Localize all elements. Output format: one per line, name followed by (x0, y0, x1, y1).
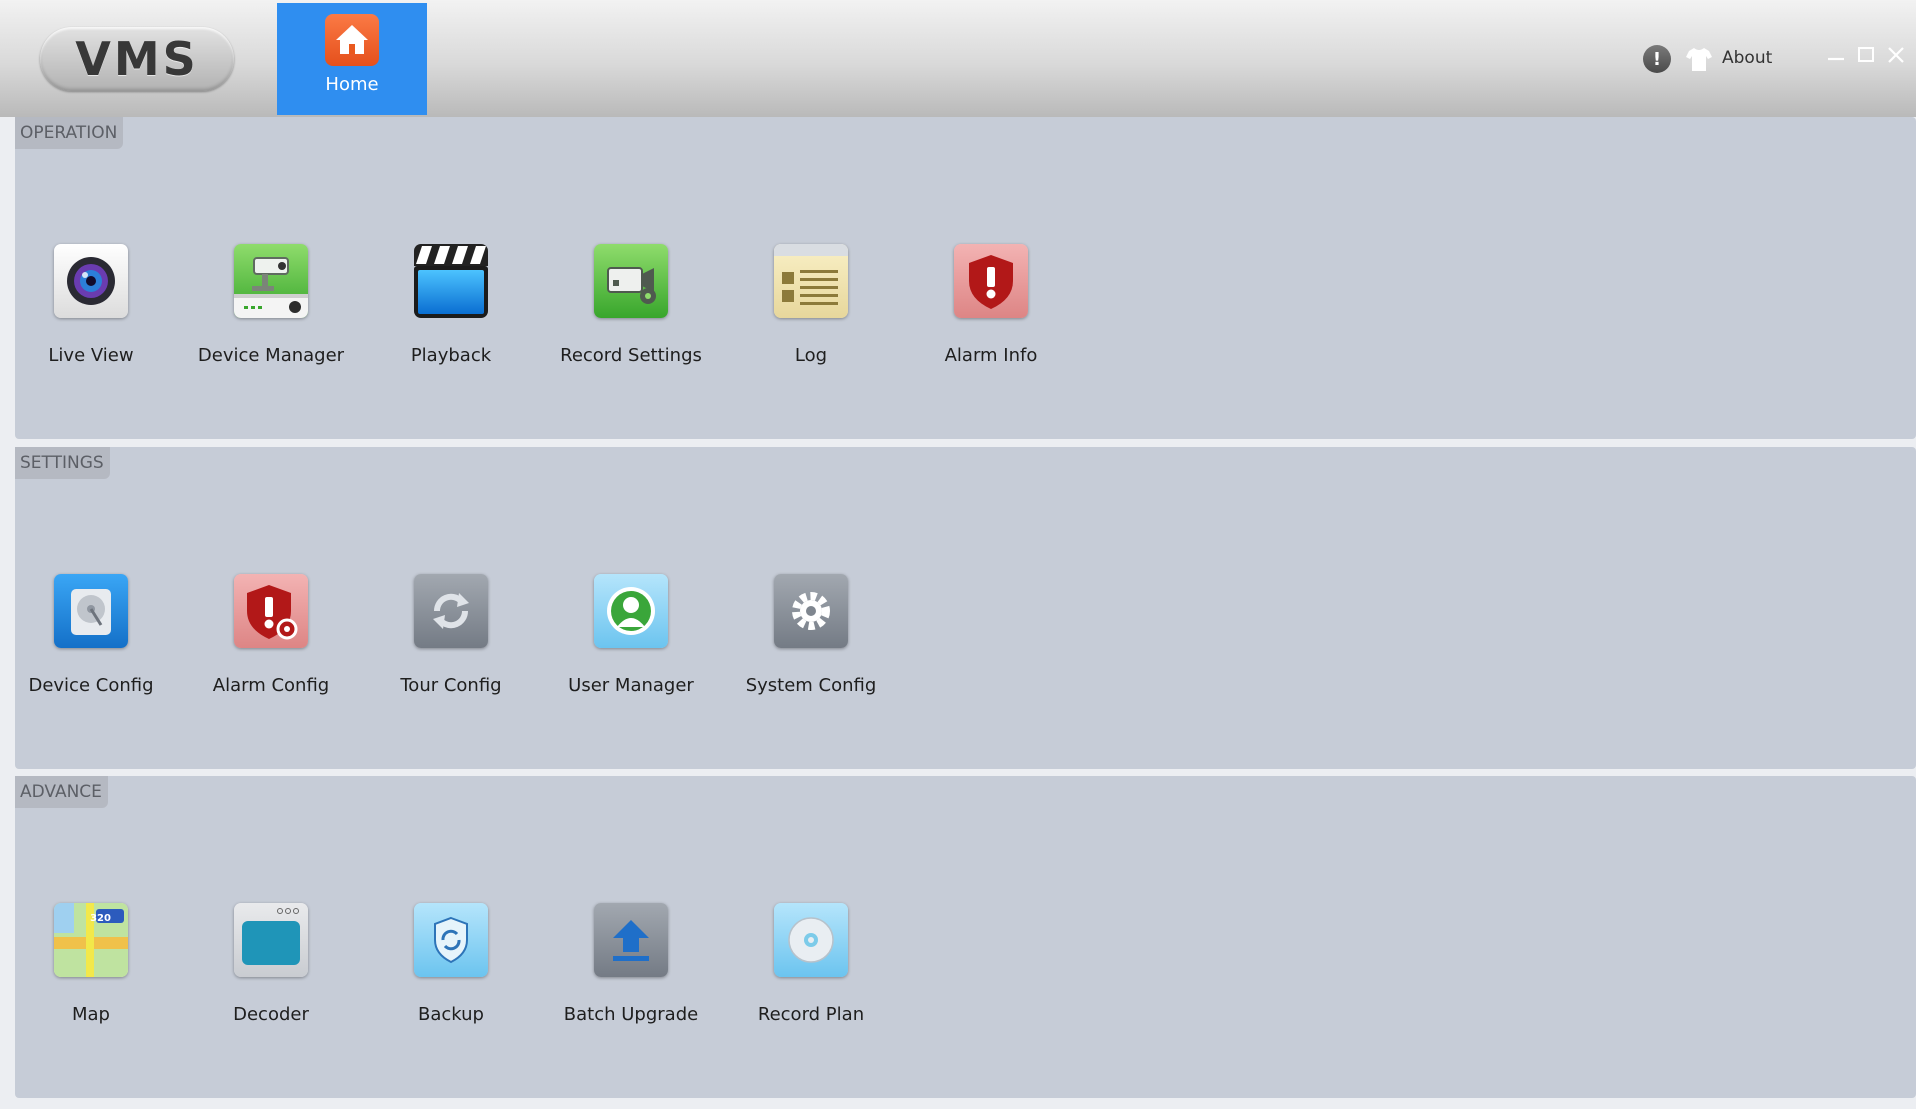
backup-shield-icon (414, 903, 488, 977)
log-icon (774, 244, 848, 318)
vms-logo: VMS (40, 27, 234, 91)
app-label: Record Plan (757, 1003, 865, 1025)
user-icon (594, 574, 668, 648)
minimize-icon[interactable] (1825, 44, 1847, 66)
app-label: Playback (410, 344, 492, 366)
app-label: Decoder (233, 1003, 309, 1025)
app-label: Log (794, 344, 828, 366)
app-device-manager[interactable]: Device Manager (196, 244, 346, 378)
title-bar: VMS Home ! About (0, 0, 1916, 117)
decoder-icon (234, 903, 308, 977)
app-label: Tour Config (400, 674, 502, 696)
disc-icon (774, 903, 848, 977)
app-label: Backup (418, 1003, 484, 1025)
maximize-icon[interactable] (1855, 44, 1877, 66)
record-settings-icon (594, 244, 668, 318)
app-map[interactable]: 320 Map (16, 903, 166, 1037)
app-live-view[interactable]: Live View (16, 244, 166, 378)
app-decoder[interactable]: Decoder (196, 903, 346, 1037)
app-label: Device Manager (197, 344, 345, 366)
map-badge: 320 (90, 912, 111, 924)
app-label: Live View (48, 344, 134, 366)
app-alarm-info[interactable]: Alarm Info (916, 244, 1066, 378)
close-icon[interactable] (1885, 44, 1907, 66)
clapperboard-icon (414, 244, 488, 318)
app-user-manager[interactable]: User Manager (556, 574, 706, 708)
section-operation: OPERATION Live View Device Manager Playb… (15, 117, 1916, 439)
app-label: Device Config (28, 674, 154, 696)
about-link[interactable]: About (1722, 48, 1772, 68)
tab-home-label: Home (325, 74, 379, 95)
app-label: Alarm Info (944, 344, 1038, 366)
app-log[interactable]: Log (736, 244, 886, 378)
section-label-operation: OPERATION (15, 117, 124, 149)
hard-drive-icon (54, 574, 128, 648)
app-tour-config[interactable]: Tour Config (376, 574, 526, 708)
app-label: Map (72, 1003, 110, 1025)
app-label: Batch Upgrade (563, 1003, 699, 1025)
upload-icon (594, 903, 668, 977)
refresh-icon (414, 574, 488, 648)
alarm-config-icon (234, 574, 308, 648)
app-system-config[interactable]: System Config (736, 574, 886, 708)
app-backup[interactable]: Backup (376, 903, 526, 1037)
device-manager-icon (234, 244, 308, 318)
alarm-shield-icon (954, 244, 1028, 318)
section-label-advance: ADVANCE (15, 776, 108, 808)
tab-home[interactable]: Home (277, 3, 427, 115)
section-settings: SETTINGS Device Config Alarm Config Tour… (15, 447, 1916, 769)
section-label-settings: SETTINGS (15, 447, 110, 479)
app-playback[interactable]: Playback (376, 244, 526, 378)
skin-shirt-icon[interactable] (1686, 46, 1712, 72)
home-icon (325, 14, 379, 66)
logo-text: VMS (75, 32, 199, 86)
app-label: Alarm Config (212, 674, 330, 696)
camera-lens-icon (54, 244, 128, 318)
app-label: Record Settings (560, 344, 702, 366)
app-alarm-config[interactable]: Alarm Config (196, 574, 346, 708)
app-label: System Config (745, 674, 877, 696)
gear-icon (774, 574, 848, 648)
app-label: User Manager (568, 674, 694, 696)
app-record-plan[interactable]: Record Plan (736, 903, 886, 1037)
section-advance: ADVANCE 320 Map Decoder Backup Batch Upg… (15, 776, 1916, 1098)
alert-icon[interactable]: ! (1643, 45, 1671, 73)
map-icon: 320 (54, 903, 128, 977)
app-record-settings[interactable]: Record Settings (556, 244, 706, 378)
app-device-config[interactable]: Device Config (16, 574, 166, 708)
app-batch-upgrade[interactable]: Batch Upgrade (556, 903, 706, 1037)
